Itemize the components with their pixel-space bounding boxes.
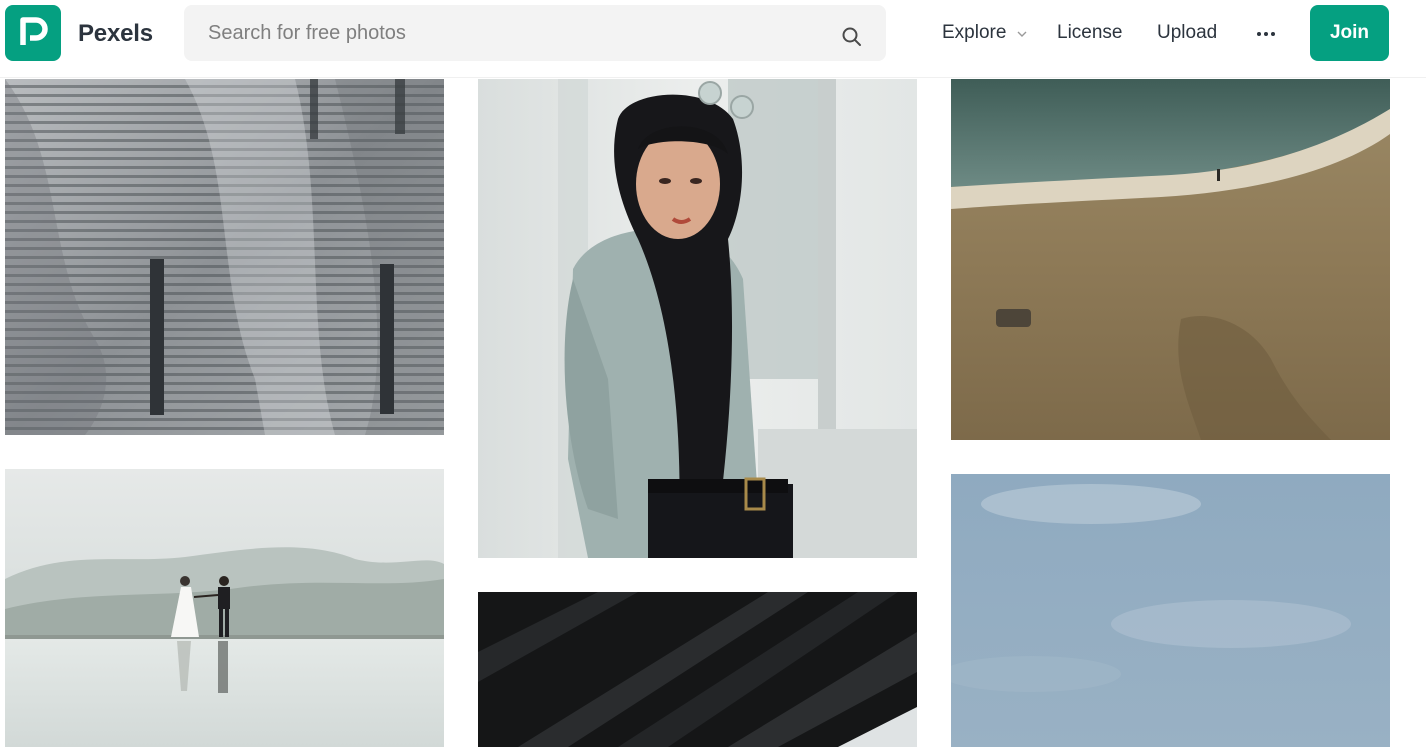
brand-name[interactable]: Pexels [78, 20, 153, 48]
photo-metal-facade[interactable] [5, 79, 444, 435]
logo-glyph [20, 17, 48, 45]
photo-dark-roof[interactable] [478, 592, 917, 747]
nav-explore[interactable]: Explore [942, 22, 1006, 44]
nav-license[interactable]: License [1057, 22, 1123, 44]
photo-woman-wall[interactable] [478, 79, 917, 558]
chevron-down-icon[interactable] [1016, 28, 1028, 40]
pexels-logo-icon[interactable] [5, 5, 61, 61]
search-input[interactable] [184, 5, 824, 61]
search-bar[interactable] [184, 5, 886, 61]
photo-sky[interactable] [951, 474, 1390, 747]
photo-wedding[interactable] [5, 469, 444, 747]
photo-beach[interactable] [951, 79, 1390, 440]
top-navigation-bar: Pexels Explore License Upload Join [0, 0, 1426, 78]
join-button[interactable]: Join [1310, 5, 1389, 61]
nav-upload[interactable]: Upload [1157, 22, 1217, 44]
ellipsis-icon[interactable] [1255, 24, 1277, 44]
search-icon[interactable] [840, 25, 864, 49]
